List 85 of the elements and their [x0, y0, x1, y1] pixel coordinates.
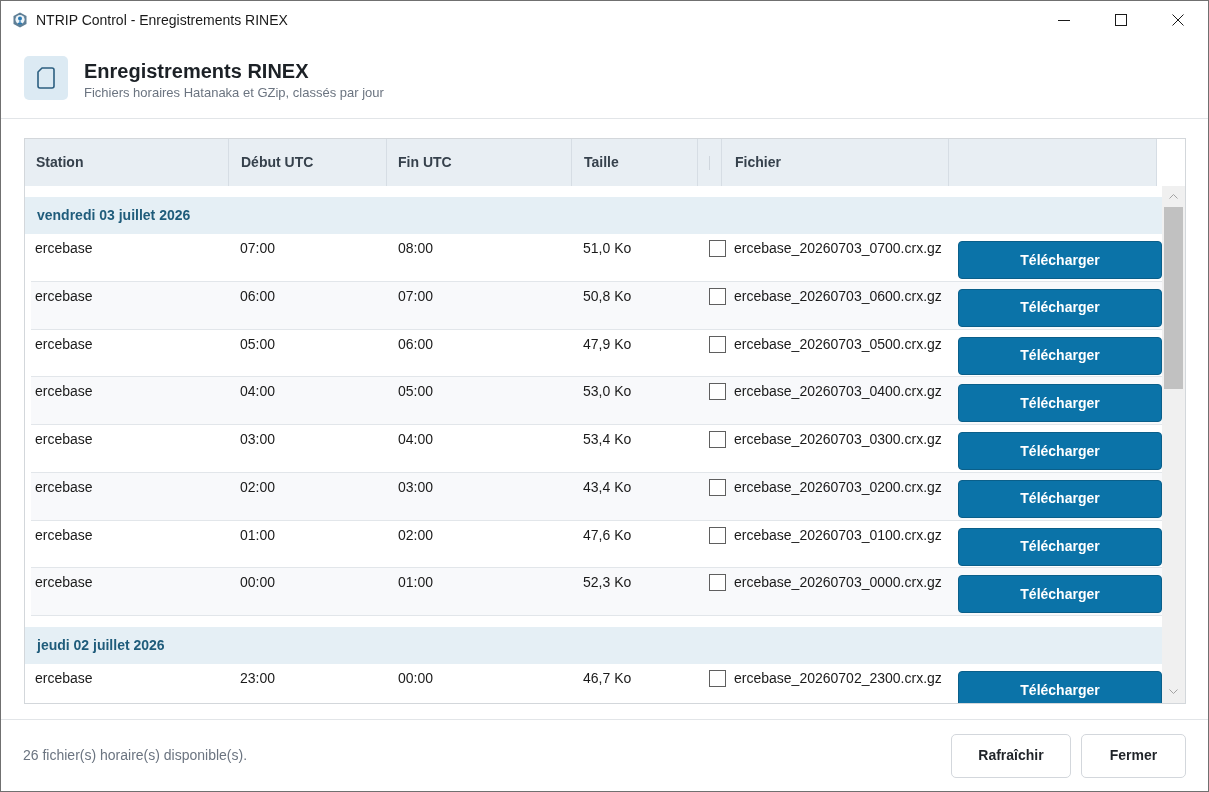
download-button[interactable]: Télécharger — [958, 288, 1162, 327]
start-time: 04:00 — [240, 383, 276, 400]
download-button[interactable]: Télécharger — [958, 575, 1162, 614]
station-name: ercebase — [35, 240, 93, 256]
checkbox[interactable] — [709, 670, 726, 687]
download-button[interactable]: Télécharger — [958, 671, 1162, 703]
scrollbar-thumb[interactable] — [1164, 207, 1183, 389]
file-name: ercebase_20260703_0700.crx.gz — [734, 240, 942, 256]
file-name: ercebase_20260703_0200.crx.gz — [734, 478, 942, 495]
checkbox[interactable] — [709, 431, 726, 448]
checkbox[interactable] — [709, 383, 726, 401]
checkbox[interactable] — [709, 574, 726, 592]
checkbox[interactable] — [709, 240, 726, 257]
station-name: ercebase — [35, 670, 93, 686]
scroll-up-icon — [1169, 194, 1178, 199]
status-text: 26 fichier(s) horaire(s) disponible(s). — [23, 746, 248, 765]
file-size: 50,8 Ko — [583, 287, 632, 304]
download-button[interactable]: Télécharger — [958, 479, 1162, 518]
file-size: 47,9 Ko — [583, 335, 632, 352]
end-time: 08:00 — [398, 240, 434, 256]
dialog-title: Enregistrements RINEX — [84, 59, 310, 84]
file-size: 51,0 Ko — [583, 240, 632, 256]
close-button[interactable]: Fermer — [1081, 733, 1186, 778]
file-size: 53,0 Ko — [583, 383, 632, 400]
file-size: 52,3 Ko — [583, 574, 632, 591]
refresh-button[interactable]: Rafraîchir — [951, 733, 1071, 778]
station-name: ercebase — [35, 383, 93, 400]
start-time: 06:00 — [240, 287, 276, 304]
column-header[interactable]: Fin UTC — [387, 139, 572, 186]
download-button[interactable]: Télécharger — [958, 384, 1162, 423]
window-title: NTRIP Control - Enregistrements RINEX — [36, 10, 288, 30]
station-name: ercebase — [35, 526, 93, 543]
station-name: ercebase — [35, 431, 93, 447]
start-time: 03:00 — [240, 431, 276, 447]
close-icon — [1171, 14, 1184, 26]
dialog-subtitle: Fichiers horaires Hatanaka et GZip, classés par jour — [84, 84, 384, 102]
station-name: ercebase — [35, 478, 93, 495]
start-time: 23:00 — [240, 670, 276, 686]
download-button[interactable]: Télécharger — [958, 432, 1162, 470]
file-name: ercebase_20260703_0300.crx.gz — [734, 431, 942, 447]
file-name: ercebase_20260703_0600.crx.gz — [734, 287, 942, 304]
file-size: 46,7 Ko — [583, 670, 632, 686]
end-time: 07:00 — [398, 287, 434, 304]
app-icon — [12, 12, 28, 28]
station-name: ercebase — [35, 287, 93, 304]
start-time: 00:00 — [240, 574, 276, 591]
start-time: 05:00 — [240, 335, 276, 352]
file-name: ercebase_20260703_0500.crx.gz — [734, 335, 942, 352]
start-time: 02:00 — [240, 478, 276, 495]
file-name: ercebase_20260703_0400.crx.gz — [734, 383, 942, 400]
file-name: ercebase_20260703_0000.crx.gz — [734, 574, 942, 591]
start-time: 01:00 — [240, 526, 276, 543]
station-name: ercebase — [35, 574, 93, 591]
file-name: ercebase_20260703_0100.crx.gz — [734, 526, 942, 543]
download-button[interactable]: Télécharger — [958, 241, 1162, 279]
download-button[interactable]: Télécharger — [958, 527, 1162, 566]
end-time: 05:00 — [398, 383, 434, 400]
checkbox[interactable] — [709, 526, 726, 544]
end-time: 00:00 — [398, 670, 434, 686]
minimize-icon — [1057, 19, 1070, 21]
date-group-header: jeudi 02 juillet 2026 — [25, 627, 1162, 664]
end-time: 04:00 — [398, 431, 434, 447]
checkbox[interactable] — [709, 478, 726, 496]
download-button[interactable]: Télécharger — [958, 336, 1162, 375]
end-time: 01:00 — [398, 574, 434, 591]
file-size: 47,6 Ko — [583, 526, 632, 543]
station-name: ercebase — [35, 335, 93, 352]
end-time: 06:00 — [398, 335, 434, 352]
maximize-icon — [1114, 14, 1127, 26]
end-time: 02:00 — [398, 526, 434, 543]
column-header[interactable]: Station — [25, 139, 229, 186]
vertical-scrollbar[interactable] — [1162, 186, 1185, 703]
checkbox[interactable] — [709, 335, 726, 353]
file-size: 43,4 Ko — [583, 478, 632, 495]
document-icon — [24, 56, 68, 100]
file-size: 53,4 Ko — [583, 431, 632, 447]
end-time: 03:00 — [398, 478, 434, 495]
scroll-down-icon — [1169, 689, 1178, 694]
column-header[interactable]: Début UTC — [229, 139, 387, 186]
date-group-header: vendredi 03 juillet 2026 — [25, 197, 1162, 234]
column-header[interactable]: Fichier — [722, 139, 949, 186]
file-name: ercebase_20260702_2300.crx.gz — [734, 670, 942, 686]
start-time: 07:00 — [240, 240, 276, 256]
column-header[interactable]: Taille — [572, 139, 698, 186]
checkbox[interactable] — [709, 287, 726, 305]
